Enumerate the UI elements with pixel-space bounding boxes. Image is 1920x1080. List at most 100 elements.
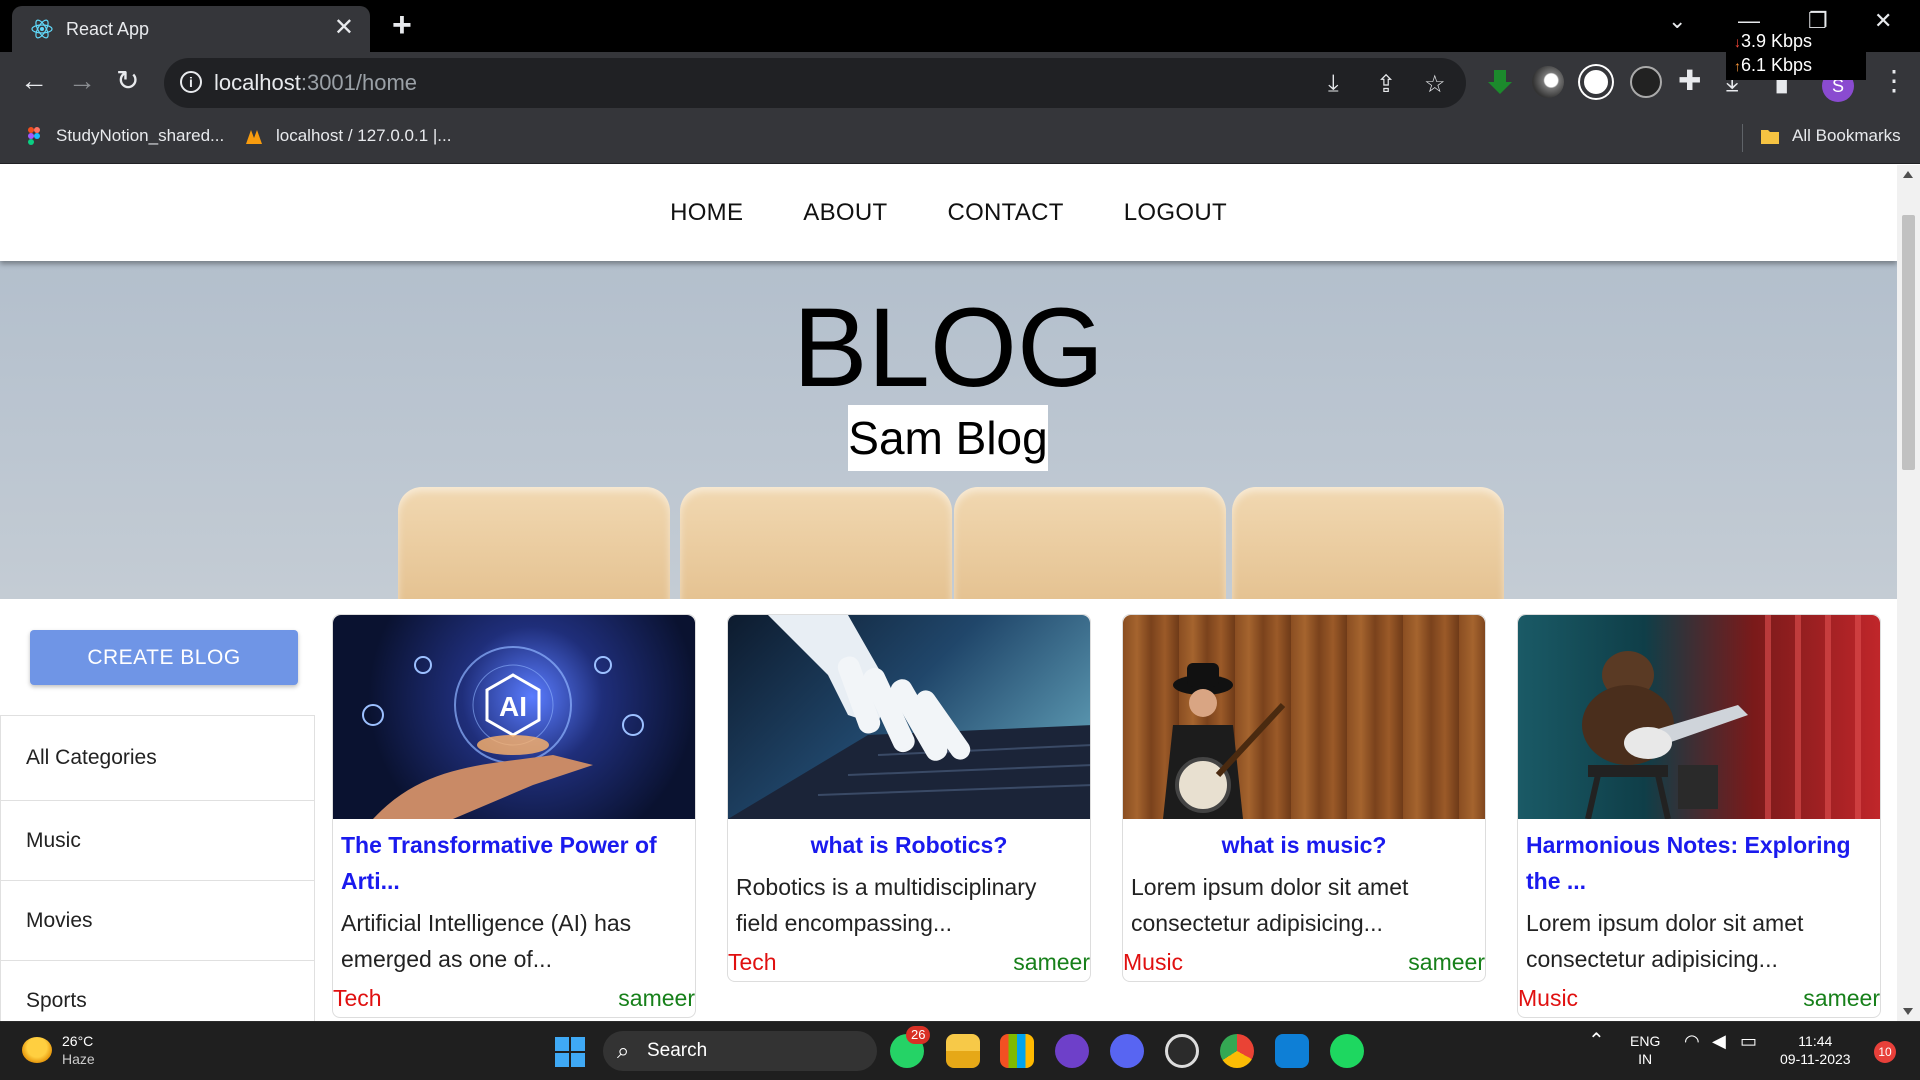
volume-icon[interactable]: ◀ bbox=[1712, 1032, 1726, 1050]
post-author: sameer bbox=[1013, 949, 1090, 975]
post-meta: Music sameer bbox=[1518, 977, 1880, 1017]
category-sports[interactable]: Sports bbox=[1, 961, 314, 1021]
net-up: 6.1 Kbps bbox=[1741, 55, 1813, 75]
chrome-icon[interactable] bbox=[1220, 1034, 1254, 1068]
all-bookmarks[interactable]: All Bookmarks bbox=[1760, 126, 1901, 146]
guitar-monkey-illustration bbox=[1582, 615, 1861, 819]
wooden-block bbox=[680, 487, 952, 599]
post-description: Lorem ipsum dolor sit amet consectetur a… bbox=[1131, 874, 1409, 936]
category-list: All Categories Music Movies Sports bbox=[0, 715, 315, 1021]
bookmark-localhost[interactable]: localhost / 127.0.0.1 |... bbox=[244, 126, 451, 146]
nav-contact[interactable]: CONTACT bbox=[947, 199, 1063, 227]
post-title[interactable]: what is music? bbox=[1123, 819, 1485, 863]
extensions-puzzle-icon[interactable]: ✚ bbox=[1678, 66, 1701, 96]
cgd-extension-icon[interactable] bbox=[1630, 66, 1662, 98]
close-tab-icon[interactable]: ✕ bbox=[334, 15, 354, 41]
post-title[interactable]: Harmonious Notes: Exploring the ... bbox=[1518, 819, 1880, 899]
scroll-thumb[interactable] bbox=[1902, 215, 1915, 470]
post-image[interactable] bbox=[1123, 615, 1485, 819]
category-movies[interactable]: Movies bbox=[1, 881, 314, 961]
weather-sun-icon bbox=[22, 1037, 52, 1063]
post-card[interactable]: Harmonious Notes: Exploring the ... Lore… bbox=[1517, 614, 1881, 1018]
url-text[interactable]: localhost:3001/home bbox=[214, 70, 417, 96]
wooden-block bbox=[398, 487, 670, 599]
scroll-down-icon[interactable] bbox=[1903, 1008, 1913, 1015]
spotify-icon[interactable] bbox=[1330, 1034, 1364, 1068]
discord-icon[interactable] bbox=[1110, 1034, 1144, 1068]
tab-strip: React App ✕ + ⌄ — ❐ ✕ bbox=[0, 0, 1920, 52]
nav-about[interactable]: ABOUT bbox=[803, 199, 887, 227]
nav-home[interactable]: HOME bbox=[670, 199, 743, 227]
download-extension-icon[interactable] bbox=[1484, 66, 1516, 98]
scroll-up-icon[interactable] bbox=[1903, 171, 1913, 178]
proxy-extension-icon[interactable] bbox=[1580, 66, 1612, 98]
tab-search-icon[interactable]: ⌄ bbox=[1668, 8, 1686, 34]
hero-subtitle: Sam Blog bbox=[848, 405, 1048, 471]
post-image[interactable] bbox=[1518, 615, 1880, 819]
create-blog-button[interactable]: CREATE BLOG bbox=[30, 630, 298, 685]
vscode-icon[interactable] bbox=[1275, 1034, 1309, 1068]
post-card[interactable]: what is Robotics? Robotics is a multidis… bbox=[727, 614, 1091, 982]
post-description: Robotics is a multidisciplinary field en… bbox=[736, 874, 1037, 936]
figma-icon bbox=[28, 127, 40, 145]
forward-icon[interactable]: → bbox=[68, 66, 96, 96]
new-tab-icon[interactable]: + bbox=[392, 8, 412, 42]
post-category: Music bbox=[1123, 949, 1184, 975]
post-description: Artificial Intelligence (AI) has emerged… bbox=[341, 910, 632, 972]
bookmark-star-icon[interactable]: ☆ bbox=[1424, 70, 1446, 99]
bookmark-studynotion[interactable]: StudyNotion_shared... bbox=[24, 126, 224, 146]
weather-widget[interactable]: 26°C Haze bbox=[22, 1032, 95, 1068]
taskbar-search[interactable]: ⌕ Search bbox=[603, 1031, 877, 1071]
notification-badge[interactable]: 10 bbox=[1874, 1041, 1896, 1063]
bookmarks-bar: StudyNotion_shared... localhost / 127.0.… bbox=[0, 112, 1920, 164]
post-title[interactable]: The Transformative Power of Arti... bbox=[333, 819, 695, 899]
whatsapp-badge: 26 bbox=[906, 1026, 931, 1044]
share-icon[interactable]: ⇪ bbox=[1376, 70, 1396, 99]
back-icon[interactable]: ← bbox=[20, 66, 48, 96]
post-meta: Tech sameer bbox=[728, 941, 1090, 981]
post-card[interactable]: what is music? Lorem ipsum dolor sit ame… bbox=[1122, 614, 1486, 982]
nav-logout[interactable]: LOGOUT bbox=[1124, 199, 1227, 227]
language-indicator[interactable]: ENG IN bbox=[1630, 1032, 1660, 1068]
tray-chevron-icon[interactable]: ⌃ bbox=[1588, 1031, 1605, 1051]
post-image[interactable]: AI bbox=[333, 615, 695, 819]
download-arrow-icon: ↓ bbox=[1734, 34, 1741, 50]
clock[interactable]: 11:44 09-11-2023 bbox=[1780, 1032, 1851, 1068]
folder-icon bbox=[1761, 130, 1779, 144]
post-meta: Music sameer bbox=[1123, 941, 1485, 981]
post-meta: Tech sameer bbox=[333, 977, 695, 1017]
github-icon[interactable] bbox=[1055, 1034, 1089, 1068]
bookmarks-divider bbox=[1742, 124, 1743, 152]
post-card[interactable]: AI The Transformative Power of Arti... A… bbox=[332, 614, 696, 1018]
ai-hand-illustration: AI bbox=[362, 646, 644, 819]
category-all[interactable]: All Categories bbox=[1, 716, 314, 801]
hero-title: BLOG bbox=[792, 285, 1105, 410]
ms-store-icon[interactable] bbox=[1000, 1034, 1034, 1068]
media-player-icon[interactable] bbox=[1165, 1034, 1199, 1068]
windows-start-icon[interactable] bbox=[555, 1037, 585, 1067]
post-image[interactable] bbox=[728, 615, 1090, 819]
category-music[interactable]: Music bbox=[1, 801, 314, 881]
page-viewport: HOME ABOUT CONTACT LOGOUT BLOG Sam Blog … bbox=[0, 165, 1897, 1021]
extension-icon[interactable] bbox=[1532, 66, 1564, 98]
browser-tab[interactable]: React App ✕ bbox=[12, 6, 370, 52]
site-info-icon[interactable]: i bbox=[180, 71, 202, 93]
hero-banner: BLOG Sam Blog bbox=[0, 261, 1897, 599]
reload-icon[interactable]: ↻ bbox=[116, 66, 139, 96]
bookmark-label: StudyNotion_shared... bbox=[56, 126, 225, 145]
react-icon bbox=[31, 19, 53, 39]
network-speed-widget: ↓3.9 Kbps ↑6.1 Kbps bbox=[1726, 30, 1866, 80]
menu-kebab-icon[interactable]: ⋮ bbox=[1880, 66, 1908, 96]
wifi-icon[interactable]: ◠ bbox=[1684, 1032, 1700, 1050]
site-navbar: HOME ABOUT CONTACT LOGOUT bbox=[0, 165, 1897, 261]
address-bar[interactable]: i localhost:3001/home ⤓ ⇪ ☆ bbox=[164, 58, 1466, 108]
file-explorer-icon[interactable] bbox=[946, 1034, 980, 1068]
post-author: sameer bbox=[1408, 949, 1485, 975]
svg-text:AI: AI bbox=[499, 691, 527, 722]
page-scrollbar[interactable] bbox=[1897, 165, 1920, 1021]
install-app-icon[interactable]: ⤓ bbox=[1328, 70, 1339, 98]
close-window-icon[interactable]: ✕ bbox=[1874, 8, 1892, 34]
bookmark-label: localhost / 127.0.0.1 |... bbox=[276, 126, 452, 145]
post-title[interactable]: what is Robotics? bbox=[728, 819, 1090, 863]
battery-icon[interactable]: ▭ bbox=[1740, 1032, 1757, 1050]
